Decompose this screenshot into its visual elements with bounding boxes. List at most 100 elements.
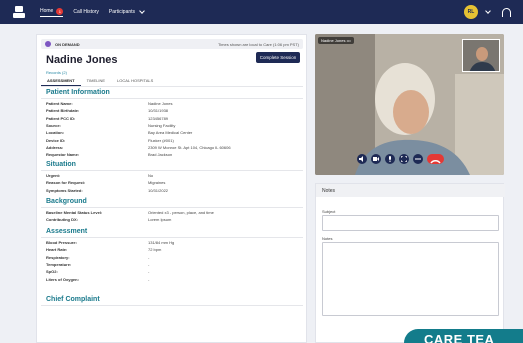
field-label: Baseline Mental Status Level: [46, 210, 103, 215]
field-row: Blood Pressure: 131/84 mm Hg [46, 240, 303, 247]
field-row: Heart Rate: 72 bpm [46, 247, 303, 254]
field-value: 72 bpm [148, 247, 162, 253]
field-value: 123456789 [148, 115, 169, 121]
field-label: Patient Birthdate: [46, 108, 80, 114]
field-label: Contributing DX: [46, 217, 78, 223]
fullscreen-icon[interactable] [399, 154, 409, 164]
field-value: 10/31/1938 [148, 108, 169, 114]
field-label: Requestor Name: [46, 152, 80, 158]
subject-field[interactable] [322, 215, 499, 231]
tab-assessment[interactable]: ASSESSMENT [41, 77, 81, 86]
divider [41, 98, 303, 99]
top-nav-bar: Home 1 Call History Participants RL [0, 0, 523, 24]
divider [41, 305, 303, 306]
notes-panel: Notes Subject Notes [315, 183, 505, 343]
complete-session-button[interactable]: Complete Session [256, 52, 300, 63]
field-value: No [148, 173, 154, 178]
more-options-icon[interactable] [413, 154, 423, 164]
section-background: Background [46, 198, 87, 205]
field-row: Patient Birthdate: 10/31/1938 [46, 108, 303, 115]
section-assessment: Assessment [46, 228, 88, 235]
user-area: RL [464, 5, 511, 19]
self-view-video[interactable] [462, 39, 500, 72]
field-value: - [148, 254, 150, 260]
page-title: Nadine Jones [46, 54, 118, 66]
volume-icon[interactable] [357, 154, 367, 164]
nav-call-history-label: Call History [73, 9, 99, 15]
field-label: Source: [46, 122, 61, 128]
field-value: 131/84 mm Hg [148, 240, 175, 245]
tab-timeline[interactable]: TIMELINE [81, 77, 111, 86]
notes-label: Notes [322, 236, 333, 241]
field-label: Device ID: [46, 137, 66, 143]
field-row: Baseline Mental Status Level: Oriented x3… [46, 210, 303, 217]
section-chief-complaint: Chief Complaint [46, 296, 100, 303]
self-view-feed [463, 40, 499, 71]
hang-up-icon[interactable] [427, 154, 444, 164]
chevron-down-icon [139, 8, 145, 14]
field-label: SpO2: [46, 269, 58, 275]
section-situation: Situation [46, 161, 76, 168]
time-note: Times shown are local to Care (1:06 pm P… [218, 41, 299, 47]
field-value: 10/31/2022 [148, 187, 169, 193]
divider [41, 237, 303, 238]
field-row: Requestor Name: Brad Jackson [46, 152, 303, 159]
notes-title: Notes [316, 184, 505, 197]
nav-call-history[interactable]: Call History [73, 9, 99, 15]
field-value: Brad Jackson [148, 152, 173, 158]
tab-bar: ASSESSMENT TIMELINE LOCAL HOSPITALS [41, 77, 303, 87]
field-value: - [148, 261, 150, 267]
field-value: Nadine Jones [148, 101, 173, 106]
home-count-badge: 1 [56, 7, 64, 15]
participant-name-tag[interactable]: Nadine Jones ••• [318, 37, 354, 44]
field-row: Temperature: - [46, 262, 303, 269]
call-controls [357, 154, 444, 164]
field-row: Device ID: Fluxker (#001) [46, 138, 303, 145]
divider [41, 207, 303, 208]
care-team-banner: CARE TEA [404, 329, 523, 343]
avatar[interactable]: RL [464, 5, 478, 19]
field-label: Respiratory: [46, 254, 70, 260]
status-badge: ON DEMAND [55, 41, 80, 47]
subject-label: Subject [322, 209, 336, 214]
field-value: Migraines [148, 180, 166, 186]
field-label: Patient Name: [46, 101, 73, 106]
field-label: Blood Pressure: [46, 240, 77, 245]
field-label: Heart Rate: [46, 247, 68, 253]
notes-textarea[interactable] [322, 242, 499, 316]
section-patient-information: Patient Information [46, 89, 110, 96]
nav-participants[interactable]: Participants [108, 8, 145, 15]
field-label: Urgent: [46, 173, 61, 178]
nav-home[interactable]: Home 1 [40, 7, 64, 17]
field-value: Nursing Facility [148, 122, 176, 128]
field-label: Patient PCC ID: [46, 115, 76, 121]
field-row: Respiratory: - [46, 255, 303, 262]
field-label: Location: [46, 130, 64, 136]
divider [41, 170, 303, 171]
field-label: Symptoms Started: [46, 187, 83, 193]
field-value: Fluxker (#001) [148, 137, 174, 143]
records-link[interactable]: Records (2) [46, 70, 67, 75]
field-row: Symptoms Started: 10/31/2022 [46, 188, 303, 195]
field-value: - [148, 269, 150, 275]
on-demand-icon [45, 41, 51, 47]
field-row: Urgent: No [46, 173, 303, 180]
nav-home-label: Home [40, 8, 54, 14]
field-value: Oriented x3 - person, place, and time [148, 210, 214, 215]
field-row: Address: 2309 W Monroe St. Apt 104, Chica… [46, 145, 303, 152]
field-row: Contributing DX: Lorem Ipsum [46, 217, 303, 224]
chevron-down-icon[interactable] [485, 8, 491, 14]
headset-icon[interactable] [502, 7, 511, 17]
field-value: Lorem Ipsum [148, 217, 172, 223]
video-call-panel: Nadine Jones ••• [315, 34, 504, 175]
tab-local-hospitals[interactable]: LOCAL HOSPITALS [111, 77, 159, 86]
camera-icon[interactable] [371, 154, 381, 164]
app-logo-icon[interactable] [12, 5, 26, 19]
field-row: Patient Name: Nadine Jones [46, 101, 303, 108]
patient-card: ON DEMAND Times shown are local to Care … [36, 34, 307, 343]
field-value: - [148, 276, 150, 282]
nav-participants-label: Participants [108, 9, 136, 15]
field-value: Bay Area Medical Center [148, 130, 193, 136]
microphone-icon[interactable] [385, 154, 395, 164]
field-row: Source: Nursing Facility [46, 123, 303, 130]
